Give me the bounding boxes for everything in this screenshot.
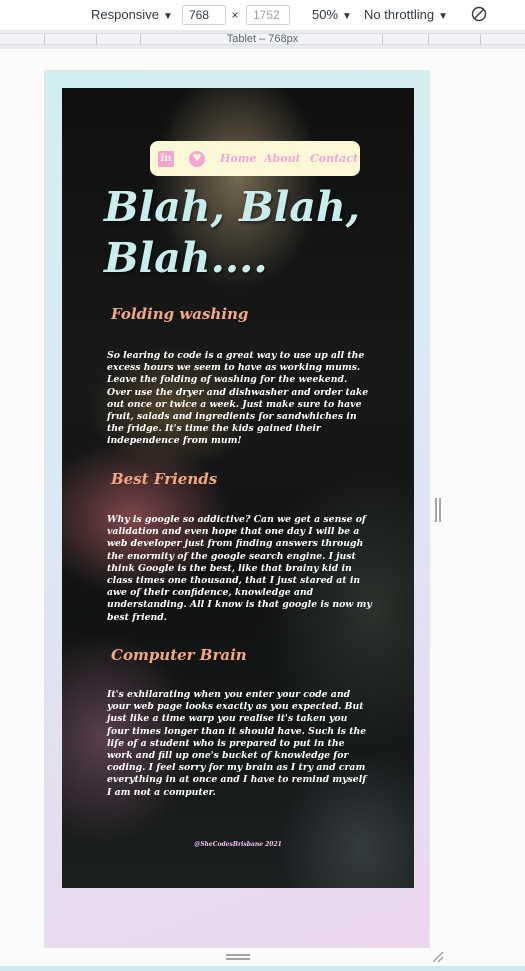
resize-handle-bottom[interactable] xyxy=(226,954,250,960)
device-caret-icon: ▼ xyxy=(162,11,173,22)
device-select[interactable]: Responsive ▼ xyxy=(91,7,173,22)
rotate-icon[interactable] xyxy=(471,6,487,22)
footer-credit: @SheCodesBrisbane 2021 xyxy=(194,841,282,848)
media-query-ruler: Tablet – 768px xyxy=(0,30,525,49)
height-input[interactable]: 1752 xyxy=(246,5,290,25)
section-body-computer-brain: It's exhilarating when you enter your co… xyxy=(107,689,367,798)
emulated-page: in ♥ Home About Contact Blah, Blah, Blah… xyxy=(44,70,430,948)
page-title-line-1: Blah, Blah, xyxy=(104,183,361,231)
throttling-caret-icon: ▼ xyxy=(438,11,448,22)
section-body-folding-washing: So learing to code is a great way to use… xyxy=(107,350,369,447)
throttling-select[interactable]: No throttling ▼ xyxy=(364,7,448,22)
resize-handle-icon[interactable] xyxy=(432,951,444,963)
breakpoint-label: Tablet – 768px xyxy=(226,33,299,45)
nav-link-about[interactable]: About xyxy=(264,152,301,165)
nav-link-home[interactable]: Home xyxy=(220,152,256,165)
section-heading-best-friends: Best Friends xyxy=(111,470,218,488)
section-heading-computer-brain: Computer Brain xyxy=(111,646,247,664)
nav-link-contact[interactable]: Contact xyxy=(310,152,358,165)
linkedin-icon[interactable]: in xyxy=(158,151,174,167)
dimension-separator: × xyxy=(231,8,239,22)
device-select-label: Responsive xyxy=(91,7,159,22)
resize-handle-right[interactable] xyxy=(435,498,441,522)
zoom-label: 50% xyxy=(312,7,339,22)
bottom-edge-strip xyxy=(0,966,525,971)
section-body-best-friends: Why is google so addictive? Can we get a… xyxy=(107,514,372,623)
devtools-device-toolbar: Responsive ▼ 768 × 1752 50% ▼ No throttlin… xyxy=(0,0,525,30)
width-input[interactable]: 768 xyxy=(182,5,226,25)
page-title-line-2: Blah.... xyxy=(104,234,268,282)
section-heading-folding-washing: Folding washing xyxy=(111,305,249,323)
navbar: in ♥ Home About Contact xyxy=(150,141,360,176)
page-title: Blah, Blah, Blah.... xyxy=(104,182,364,284)
heart-icon[interactable]: ♥ xyxy=(189,151,205,167)
zoom-select[interactable]: 50% ▼ xyxy=(312,7,352,22)
hero-background-image: in ♥ Home About Contact Blah, Blah, Blah… xyxy=(62,88,414,888)
throttling-label: No throttling xyxy=(364,7,435,22)
zoom-caret-icon: ▼ xyxy=(342,11,352,22)
